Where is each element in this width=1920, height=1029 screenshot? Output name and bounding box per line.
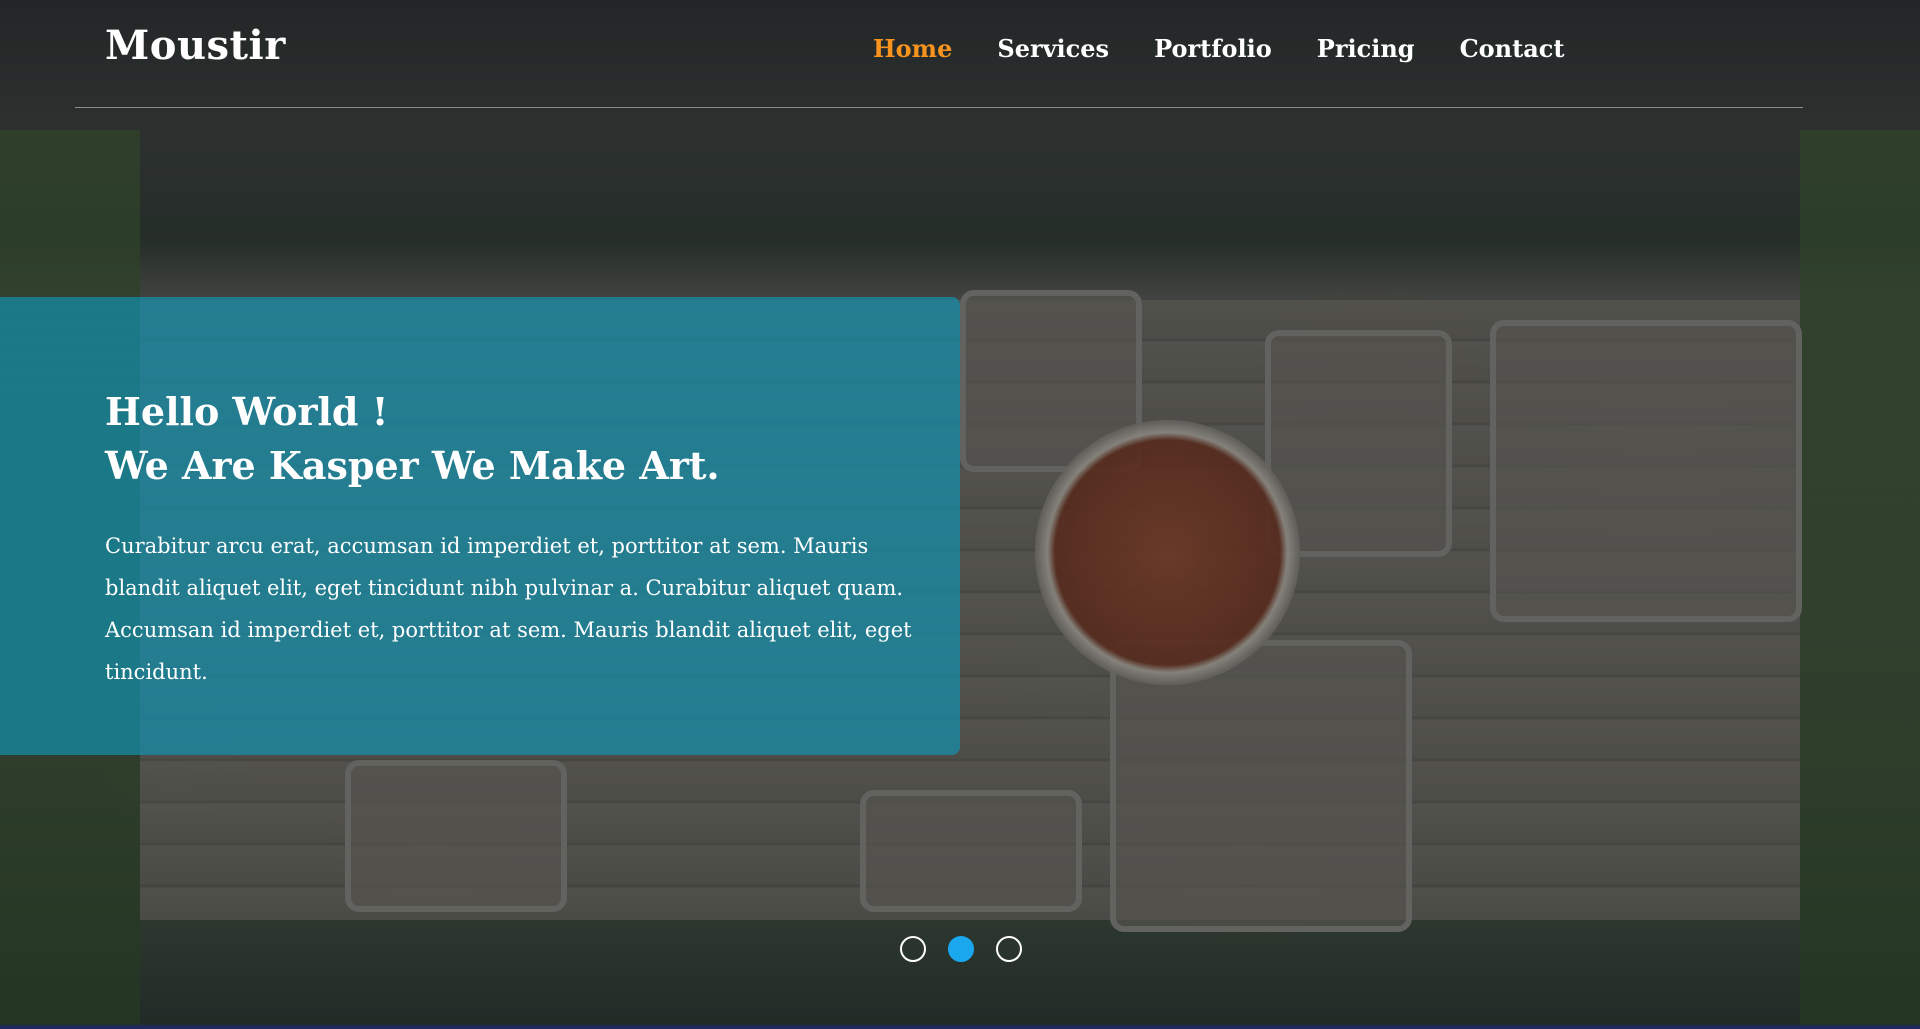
background-photo-grass-right: [1800, 130, 1920, 1029]
background-photo-tray: [345, 760, 567, 912]
nav-item-services[interactable]: Services: [997, 34, 1109, 63]
slider-bullet-1[interactable]: [900, 936, 926, 962]
intro-title: Hello World ! We Are Kasper We Make Art.: [105, 385, 720, 493]
slider-bullet-3[interactable]: [996, 936, 1022, 962]
header-divider: [75, 107, 1803, 108]
background-photo-pizza: [1035, 420, 1300, 685]
site-header: Moustir Home Services Portfolio Pricing …: [0, 0, 1920, 108]
background-photo-tray: [860, 790, 1082, 912]
intro-text: Curabitur arcu erat, accumsan id imperdi…: [105, 534, 912, 684]
nav-item-pricing[interactable]: Pricing: [1317, 34, 1415, 63]
hero-section: Moustir Home Services Portfolio Pricing …: [0, 0, 1920, 1029]
intro-box: Hello World ! We Are Kasper We Make Art.…: [0, 297, 960, 755]
intro-title-line2: We Are Kasper We Make Art.: [105, 443, 720, 488]
main-nav: Home Services Portfolio Pricing Contact: [873, 34, 1609, 63]
background-photo-tray: [1490, 320, 1802, 622]
intro-title-line1: Hello World !: [105, 389, 389, 434]
nav-item-home[interactable]: Home: [873, 34, 952, 63]
bottom-edge-bar: [0, 1025, 1920, 1029]
nav-item-portfolio[interactable]: Portfolio: [1154, 34, 1272, 63]
slider-bullet-2[interactable]: [948, 936, 974, 962]
nav-item-contact[interactable]: Contact: [1460, 34, 1565, 63]
site-logo[interactable]: Moustir: [105, 22, 286, 69]
slider-bullets: [900, 936, 1022, 962]
